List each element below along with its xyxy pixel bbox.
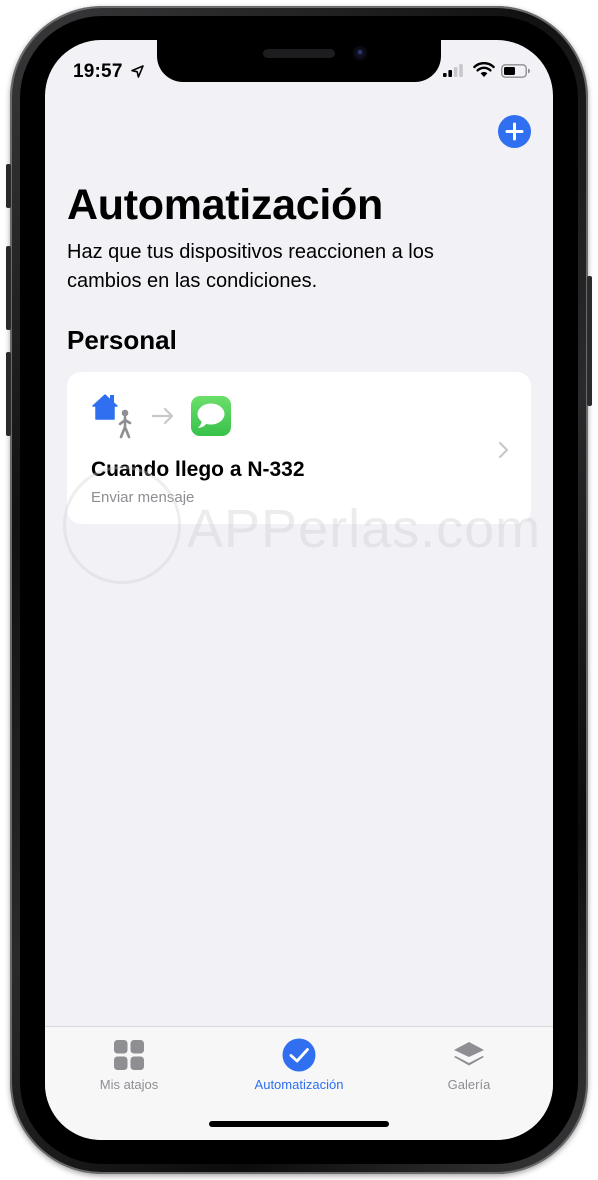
front-camera	[353, 46, 367, 60]
tab-label: Automatización	[254, 1077, 344, 1092]
mute-switch	[6, 164, 11, 208]
volume-down-button	[6, 352, 11, 436]
cellular-signal-icon	[443, 64, 463, 77]
grid-icon	[114, 1040, 144, 1070]
tab-galeria[interactable]: Galería	[399, 1027, 539, 1097]
location-arrow-icon	[131, 65, 144, 78]
status-time: 19:57	[73, 61, 123, 82]
wifi-icon	[473, 62, 495, 77]
section-header-personal: Personal	[67, 325, 177, 355]
power-button	[587, 276, 592, 406]
screen: 19:57 Automatización Haz que tus disposi…	[45, 40, 553, 1140]
checkmark-circle-icon	[282, 1038, 316, 1072]
automation-card[interactable]: Cuando llego a N-332 Enviar mensaje	[67, 372, 531, 524]
tab-label: Mis atajos	[99, 1077, 159, 1092]
notch	[157, 40, 441, 82]
layers-icon	[454, 1042, 484, 1066]
battery-icon	[501, 64, 530, 78]
arrow-right-icon	[151, 407, 174, 425]
page-subtitle: Haz que tus dispositivos reaccionen a lo…	[67, 241, 434, 292]
home-indicator[interactable]	[209, 1121, 389, 1127]
tab-label: Galería	[447, 1077, 491, 1092]
add-automation-button[interactable]	[498, 115, 531, 148]
tab-mis-atajos[interactable]: Mis atajos	[59, 1027, 199, 1097]
automation-title: Cuando llego a N-332	[91, 458, 305, 481]
speaker-grille	[263, 49, 335, 58]
volume-up-button	[6, 246, 11, 330]
automation-subtitle: Enviar mensaje	[91, 489, 195, 506]
plus-icon	[505, 122, 524, 141]
home-arrival-icon	[92, 394, 132, 439]
tab-automatizacion[interactable]: Automatización	[229, 1027, 369, 1097]
chevron-right-icon	[498, 441, 509, 459]
messages-icon	[191, 396, 231, 436]
page-title: Automatización	[67, 181, 383, 229]
